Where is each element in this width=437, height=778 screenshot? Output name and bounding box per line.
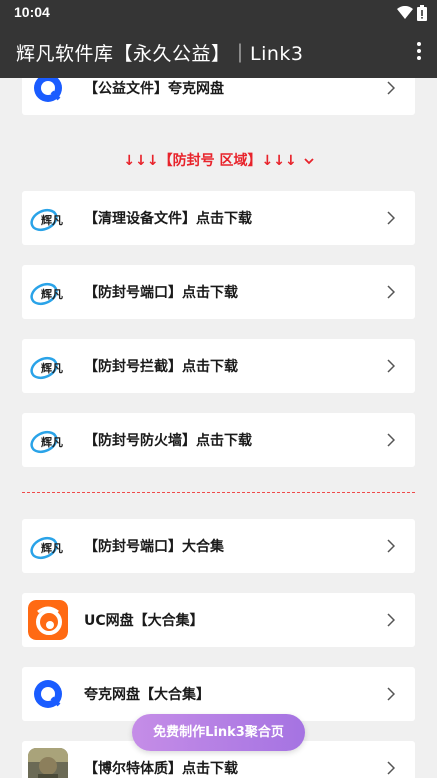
chevron-right-icon [387, 687, 395, 701]
list-item[interactable]: 辉凡 【清理设备文件】点击下载 [22, 191, 415, 245]
list-item-label: 【防封号端口】点击下载 [84, 285, 238, 301]
list-item[interactable]: 夸克网盘【大合集】 [22, 667, 415, 721]
list-item-label: 【清理设备文件】点击下载 [84, 211, 252, 227]
battery-alert-icon [417, 5, 427, 21]
chevron-right-icon [387, 433, 395, 447]
chevron-right-icon [387, 285, 395, 299]
link-list[interactable]: 【公益文件】夸克网盘 ↓↓↓【防封号 区域】↓↓↓ 辉凡 【清理设备文件】点击下… [0, 78, 437, 778]
list-item[interactable]: 辉凡 【防封号防火墙】点击下载 [22, 413, 415, 467]
svg-text:辉凡: 辉凡 [41, 288, 63, 301]
list-item[interactable]: 【公益文件】夸克网盘 [22, 78, 415, 115]
list-item[interactable]: 辉凡 【防封号端口】点击下载 [22, 265, 415, 319]
chevron-right-icon [387, 539, 395, 553]
list-item-label: 【公益文件】夸克网盘 [84, 81, 224, 97]
status-icons [397, 5, 427, 21]
huifan-logo-icon: 辉凡 [28, 198, 68, 238]
list-item[interactable]: 辉凡 【防封号端口】大合集 [22, 519, 415, 573]
chevron-down-icon [303, 158, 314, 165]
section-header: ↓↓↓【防封号 区域】↓↓↓ [0, 150, 437, 170]
svg-text:辉凡: 辉凡 [41, 362, 63, 375]
huifan-logo-icon: 辉凡 [28, 346, 68, 386]
svg-text:辉凡: 辉凡 [41, 436, 63, 449]
wifi-icon [397, 6, 413, 19]
chevron-right-icon [387, 211, 395, 225]
list-item-label: 【博尔特体质】点击下载 [84, 761, 238, 777]
chevron-right-icon [387, 81, 395, 95]
overflow-menu-icon[interactable] [413, 40, 425, 62]
svg-text:辉凡: 辉凡 [41, 542, 63, 555]
chevron-right-icon [387, 359, 395, 373]
quark-logo-icon [28, 674, 68, 714]
list-item[interactable]: 辉凡 【防封号拦截】点击下载 [22, 339, 415, 393]
list-item-label: 【防封号拦截】点击下载 [84, 359, 238, 375]
quark-logo-icon [28, 78, 68, 108]
game-avatar-icon [28, 748, 68, 778]
chevron-right-icon [387, 761, 395, 775]
svg-text:辉凡: 辉凡 [41, 214, 63, 227]
status-time: 10:04 [14, 4, 50, 20]
huifan-logo-icon: 辉凡 [28, 420, 68, 460]
list-item-label: 夸克网盘【大合集】 [84, 687, 210, 703]
chevron-right-icon [387, 613, 395, 627]
list-item-label: UC网盘【大合集】 [84, 613, 204, 629]
section-title: ↓↓↓【防封号 区域】↓↓↓ [123, 153, 297, 169]
list-item-label: 【防封号防火墙】点击下载 [84, 433, 252, 449]
uc-logo-icon [28, 600, 68, 640]
huifan-logo-icon: 辉凡 [28, 526, 68, 566]
app-bar: 辉凡软件库【永久公益】｜Link3 [0, 24, 437, 78]
list-item-label: 【防封号端口】大合集 [84, 539, 224, 555]
huifan-logo-icon: 辉凡 [28, 272, 68, 312]
status-bar: 10:04 [0, 0, 437, 24]
section-divider [22, 492, 415, 493]
page-title: 辉凡软件库【永久公益】｜Link3 [16, 43, 304, 65]
list-item[interactable]: UC网盘【大合集】 [22, 593, 415, 647]
create-link3-button[interactable]: 免费制作Link3聚合页 [132, 714, 305, 751]
